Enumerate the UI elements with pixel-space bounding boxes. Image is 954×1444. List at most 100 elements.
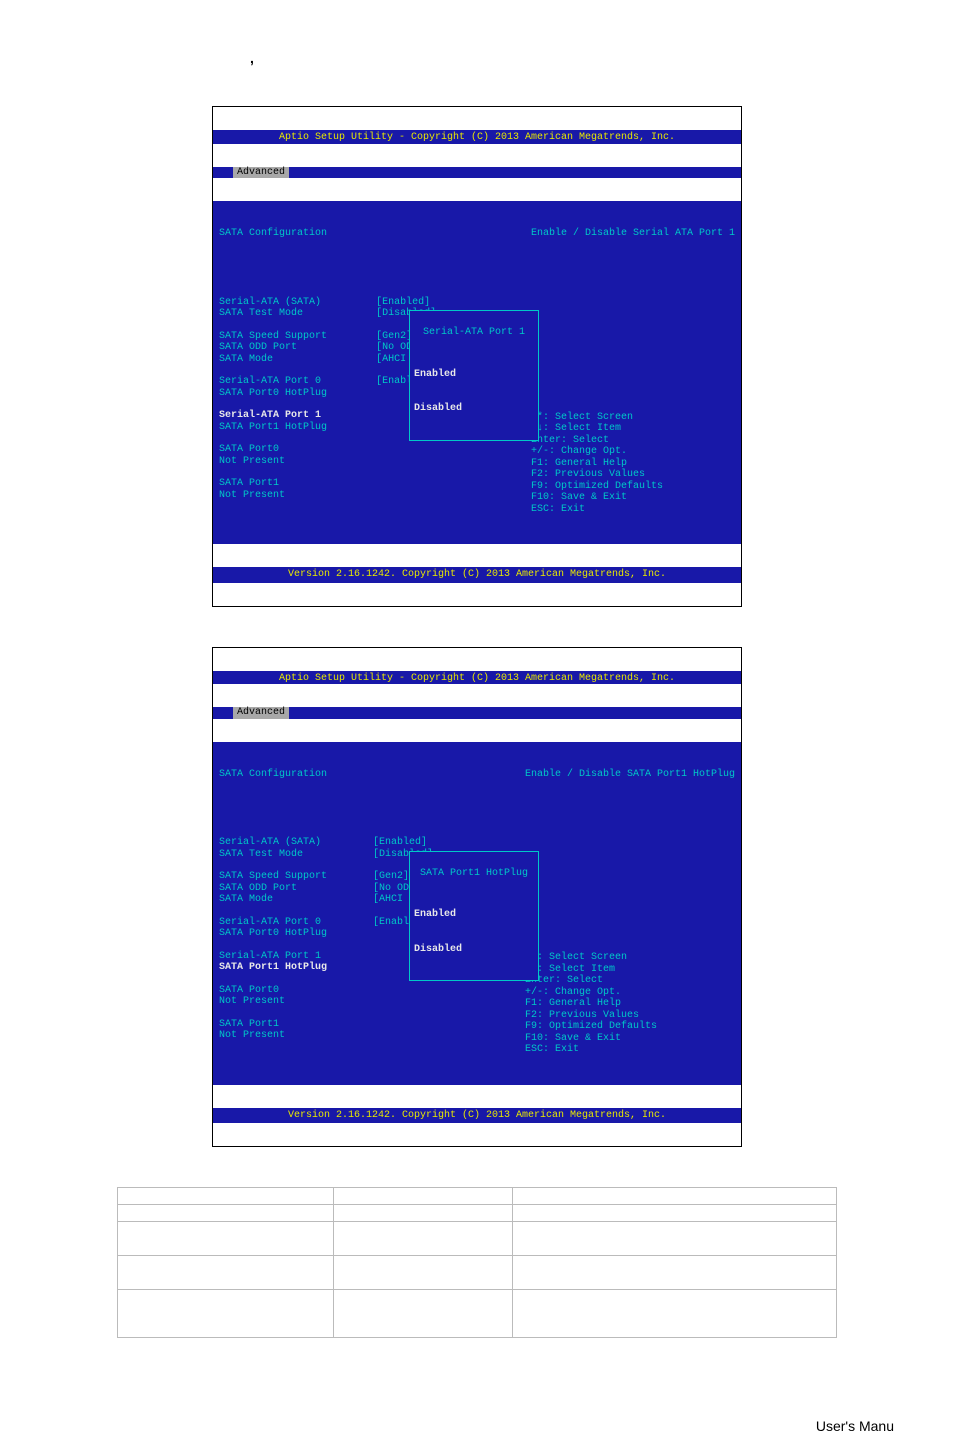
stray-comma: , — [250, 50, 894, 66]
table-cell — [333, 1222, 513, 1256]
bios-setting-label: SATA Port0 — [219, 444, 376, 456]
table-cell — [513, 1222, 837, 1256]
bios-hotkey-line: ↑↓: Select Item — [525, 964, 735, 976]
bios-setting-row: Not Present — [219, 996, 513, 1008]
table-cell — [333, 1205, 513, 1222]
bios-setting-label: Not Present — [219, 996, 373, 1008]
bios-hotkey-line: +/-: Change Opt. — [525, 987, 735, 999]
bios1-popup-title: Serial-ATA Port 1 — [421, 327, 527, 338]
bios-hotkey-line: F9: Optimized Defaults — [525, 1021, 735, 1033]
bios-setting-row: Not Present — [219, 1030, 513, 1042]
bios-setting-value — [373, 996, 513, 1008]
bios-setting-value — [376, 444, 519, 456]
table-cell — [513, 1256, 837, 1290]
table-cell — [118, 1256, 334, 1290]
bios2-tabrow: Advanced — [213, 707, 741, 719]
bios1-header: Aptio Setup Utility - Copyright (C) 2013… — [213, 130, 741, 144]
bios-hotkey-line: F10: Save & Exit — [531, 492, 735, 504]
bios-setting-label: SATA Speed Support — [219, 871, 373, 883]
bios-setting-row: Not Present — [219, 456, 519, 468]
bios-hotkey-line: ↑↓: Select Item — [531, 423, 735, 435]
bios-setting-value: [Enabled] — [373, 837, 513, 849]
bios-setting-value: [Enabled] — [376, 297, 519, 309]
bios-hotkey-line: **: Select Screen — [525, 952, 735, 964]
table-cell — [513, 1205, 837, 1222]
bios-setting-row: SATA Port0 — [219, 985, 513, 997]
table-row — [118, 1222, 837, 1256]
bios-setting-label: Serial-ATA Port 0 — [219, 917, 373, 929]
bios1-title: SATA Configuration — [219, 228, 376, 240]
doc-table — [117, 1187, 837, 1338]
table-cell — [118, 1205, 334, 1222]
bios2-help: Enable / Disable SATA Port1 HotPlug — [525, 769, 735, 781]
bios-hotkey-line: F2: Previous Values — [525, 1010, 735, 1022]
table-hdr-1 — [333, 1188, 513, 1205]
bios-hotkey-line: ESC: Exit — [531, 504, 735, 516]
bios-setting-label: Not Present — [219, 490, 376, 502]
bios-setting-label: SATA Test Mode — [219, 849, 373, 861]
bios-hotkey-line: F2: Previous Values — [531, 469, 735, 481]
bios-setting-value — [373, 1019, 513, 1031]
bios-screenshot-2: Aptio Setup Utility - Copyright (C) 2013… — [212, 647, 742, 1148]
bios2-popup-opt-enabled: Enabled — [414, 909, 534, 921]
bios-hotkey-line: F10: Save & Exit — [525, 1033, 735, 1045]
bios-setting-value — [376, 490, 519, 502]
bios-setting-label: SATA Port0 — [219, 985, 373, 997]
table-cell — [118, 1222, 334, 1256]
bios-setting-row: SATA Port0 — [219, 444, 519, 456]
bios2-hotkeys: **: Select Screen↑↓: Select ItemEnter: S… — [525, 952, 735, 1056]
table-header-row — [118, 1188, 837, 1205]
bios-setting-label: Serial-ATA (SATA) — [219, 297, 376, 309]
bios-setting-label: Serial-ATA Port 1 — [219, 410, 376, 422]
bios-setting-value — [373, 985, 513, 997]
bios2-popup-title: SATA Port1 HotPlug — [418, 868, 530, 879]
bios-hotkey-line: ESC: Exit — [525, 1044, 735, 1056]
table-cell — [333, 1290, 513, 1338]
bios-hotkey-line: **: Select Screen — [531, 412, 735, 424]
bios-hotkey-line: F1: General Help — [525, 998, 735, 1010]
bios-setting-label: SATA Port1 HotPlug — [219, 962, 373, 974]
table-cell — [333, 1256, 513, 1290]
table-row — [118, 1205, 837, 1222]
table-row — [118, 1256, 837, 1290]
bios-setting-label: SATA Port0 HotPlug — [219, 388, 376, 400]
bios-setting-label: Not Present — [219, 456, 376, 468]
bios-setting-label: SATA Port1 — [219, 478, 376, 490]
bios-setting-label: SATA Speed Support — [219, 331, 376, 343]
table-row — [118, 1290, 837, 1338]
bios-setting-value — [376, 478, 519, 490]
bios-setting-label: SATA Port0 HotPlug — [219, 928, 373, 940]
bios2-popup: SATA Port1 HotPlug Enabled Disabled — [409, 851, 539, 982]
table-hdr-2 — [513, 1188, 837, 1205]
bios-hotkey-line: Enter: Select — [525, 975, 735, 987]
page-footer: User's Manu — [0, 1408, 954, 1444]
bios1-help: Enable / Disable Serial ATA Port 1 — [531, 228, 735, 240]
bios1-popup-opt-disabled: Disabled — [414, 403, 534, 415]
bios-setting-label: SATA ODD Port — [219, 342, 376, 354]
bios2-header: Aptio Setup Utility - Copyright (C) 2013… — [213, 671, 741, 685]
bios-screenshot-1: Aptio Setup Utility - Copyright (C) 2013… — [212, 106, 742, 607]
bios-setting-label: SATA ODD Port — [219, 883, 373, 895]
bios-setting-row: Serial-ATA (SATA)[Enabled] — [219, 837, 513, 849]
bios1-popup: Serial-ATA Port 1 Enabled Disabled — [409, 310, 539, 441]
bios-setting-label: SATA Test Mode — [219, 308, 376, 320]
bios2-tab-advanced: Advanced — [233, 707, 289, 719]
bios-setting-label: Serial-ATA Port 0 — [219, 376, 376, 388]
bios-setting-label: SATA Mode — [219, 354, 376, 366]
bios1-footer: Version 2.16.1242. Copyright (C) 2013 Am… — [213, 567, 741, 583]
bios-setting-value — [373, 1030, 513, 1042]
table-cell — [513, 1290, 837, 1338]
table-hdr-0 — [118, 1188, 334, 1205]
bios1-popup-opt-enabled: Enabled — [414, 369, 534, 381]
bios-setting-row: SATA Port1 — [219, 478, 519, 490]
bios1-tab-advanced: Advanced — [233, 167, 289, 179]
bios-setting-label: SATA Port1 — [219, 1019, 373, 1031]
bios-hotkey-line: F1: General Help — [531, 458, 735, 470]
bios-setting-label: SATA Mode — [219, 894, 373, 906]
bios-hotkey-line: +/-: Change Opt. — [531, 446, 735, 458]
bios2-title: SATA Configuration — [219, 769, 373, 781]
bios-setting-row: Not Present — [219, 490, 519, 502]
bios-setting-label: SATA Port1 HotPlug — [219, 422, 376, 434]
bios-setting-row: Serial-ATA (SATA)[Enabled] — [219, 297, 519, 309]
bios-setting-label: Not Present — [219, 1030, 373, 1042]
